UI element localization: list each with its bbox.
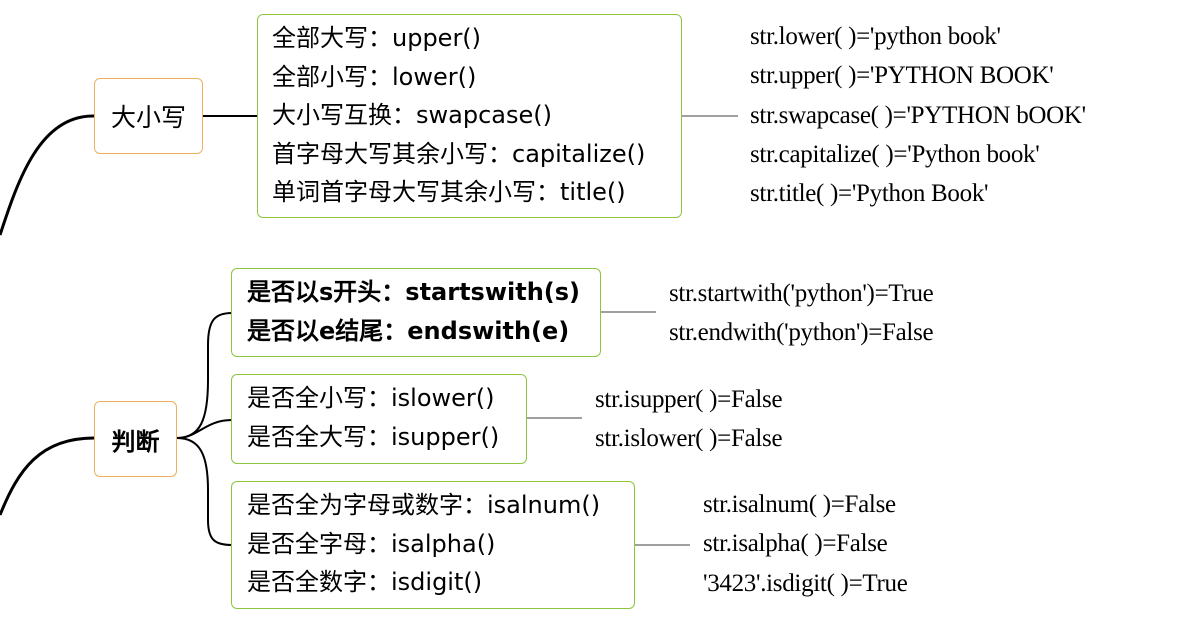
case-example-capitalize: str.capitalize( )='Python book' [750, 140, 1040, 168]
case-method-capitalize: 首字母大写其余小写：capitalize() [272, 139, 646, 168]
topic-case-label: 大小写 [110, 103, 186, 132]
case-method-title: 单词首字母大写其余小写：title() [272, 178, 626, 206]
startend-method-startswith: 是否以s开头：startswith(s) [247, 278, 581, 306]
alnum-example-isalpha: str.isalpha( )=False [703, 530, 888, 558]
startend-examples: str.startwith('python')=True str.endwith… [669, 274, 934, 353]
lowerupper-examples: str.isupper( )=False str.islower( )=Fals… [595, 380, 783, 459]
alnum-method-isalpha: 是否全字母：isalpha() [247, 529, 496, 558]
startend-box[interactable]: 是否以s开头：startswith(s) 是否以e结尾：endswith(e) [231, 268, 601, 357]
startend-example-endwith: str.endwith('python')=False [669, 319, 934, 347]
connector-judge-to-startend [176, 312, 233, 439]
startend-method-endswith: 是否以e结尾：endswith(e) [247, 316, 570, 345]
case-examples: str.lower( )='python book' str.upper( )=… [750, 17, 1086, 213]
connector-judge-to-lowerupper [176, 419, 233, 439]
case-example-upper: str.upper( )='PYTHON BOOK' [750, 62, 1054, 90]
topic-judge-label: 判断 [111, 427, 160, 456]
alnum-method-isdigit: 是否全数字：isdigit() [247, 568, 483, 596]
lowerupper-box[interactable]: 是否全小写：islower() 是否全大写：isupper() [231, 374, 527, 464]
case-example-swapcase: str.swapcase( )='PYTHON bOOK' [750, 101, 1086, 129]
connector-root-to-judge [0, 436, 95, 516]
connector-root-to-case [0, 114, 95, 236]
alnum-example-isalnum: str.isalnum( )=False [703, 491, 896, 518]
alnum-box[interactable]: 是否全为字母或数字：isalnum() 是否全字母：isalpha() 是否全数… [231, 481, 635, 609]
topic-judge[interactable]: 判断 [94, 401, 177, 477]
lowerupper-example-islower: str.islower( )=False [595, 425, 783, 453]
case-method-upper: 全部大写：upper() [272, 24, 482, 52]
lowerupper-example-isupper: str.isupper( )=False [595, 386, 783, 413]
case-method-swapcase: 大小写互换：swapcase() [272, 101, 552, 129]
topic-case[interactable]: 大小写 [94, 78, 203, 154]
case-method-lower: 全部小写：lower() [272, 62, 477, 91]
lowerupper-method-isupper: 是否全大写：isupper() [247, 422, 500, 451]
case-example-lower: str.lower( )='python book' [750, 23, 1001, 50]
case-example-title: str.title( )='Python Book' [750, 180, 989, 208]
case-methods-box[interactable]: 全部大写：upper() 全部小写：lower() 大小写互换：swapcase… [257, 14, 682, 218]
lowerupper-method-islower: 是否全小写：islower() [247, 384, 495, 412]
alnum-examples: str.isalnum( )=False str.isalpha( )=Fals… [703, 485, 908, 603]
connector-judge-to-alnum [176, 437, 233, 546]
startend-example-startwith: str.startwith('python')=True [669, 280, 934, 307]
alnum-method-isalnum: 是否全为字母或数字：isalnum() [247, 491, 601, 519]
alnum-example-isdigit: '3423'.isdigit( )=True [703, 569, 908, 597]
